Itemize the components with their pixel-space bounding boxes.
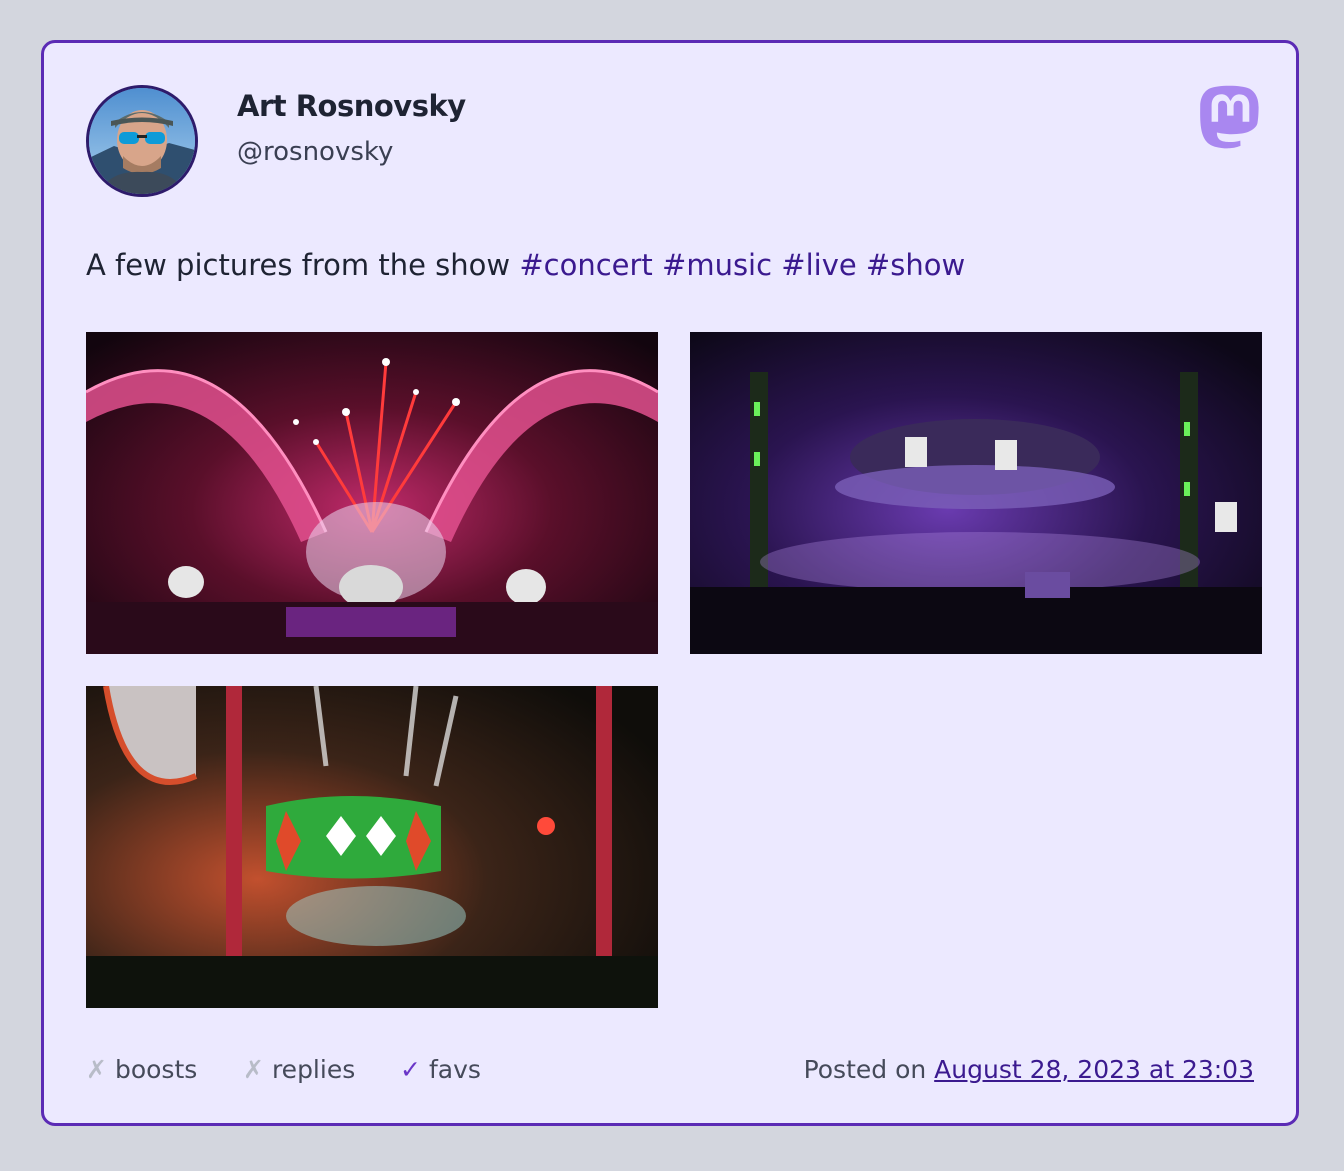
hashtag-show[interactable]: #show [866, 248, 965, 282]
replies-label: replies [271, 1055, 356, 1084]
mastodon-logo-icon[interactable] [1198, 84, 1260, 150]
post-card: Art Rosnovsky @rosnovsky A few pictures … [41, 40, 1299, 1126]
post-text: A few pictures from the show [86, 248, 511, 282]
posted-on: Posted on August 28, 2023 at 23:03 [804, 1055, 1254, 1084]
post-content: A few pictures from the show #concert #m… [86, 248, 965, 282]
media-image-1[interactable] [86, 332, 658, 654]
replies-stat: ✗ replies [243, 1055, 355, 1084]
avatar[interactable] [86, 85, 198, 197]
author-display-name[interactable]: Art Rosnovsky [237, 89, 466, 123]
posted-prefix: Posted on [803, 1055, 927, 1084]
hashtag-live[interactable]: #live [781, 248, 856, 282]
hashtag-music[interactable]: #music [662, 248, 772, 282]
posted-date-link[interactable]: August 28, 2023 at 23:03 [934, 1055, 1254, 1084]
post-footer: ✗ boosts ✗ replies ✓ favs Posted on August … [86, 1055, 1254, 1089]
boosts-mark: ✗ [86, 1055, 107, 1084]
author-handle[interactable]: @rosnovsky [237, 137, 393, 167]
boosts-stat: ✗ boosts [86, 1055, 197, 1084]
favs-label: favs [428, 1055, 481, 1084]
boosts-label: boosts [114, 1055, 198, 1084]
media-image-3[interactable] [86, 686, 658, 1008]
media-image-2[interactable] [690, 332, 1262, 654]
replies-mark: ✗ [243, 1055, 264, 1084]
favs-mark: ✓ [400, 1055, 421, 1084]
hashtag-concert[interactable]: #concert [519, 248, 652, 282]
favs-stat: ✓ favs [400, 1055, 481, 1084]
